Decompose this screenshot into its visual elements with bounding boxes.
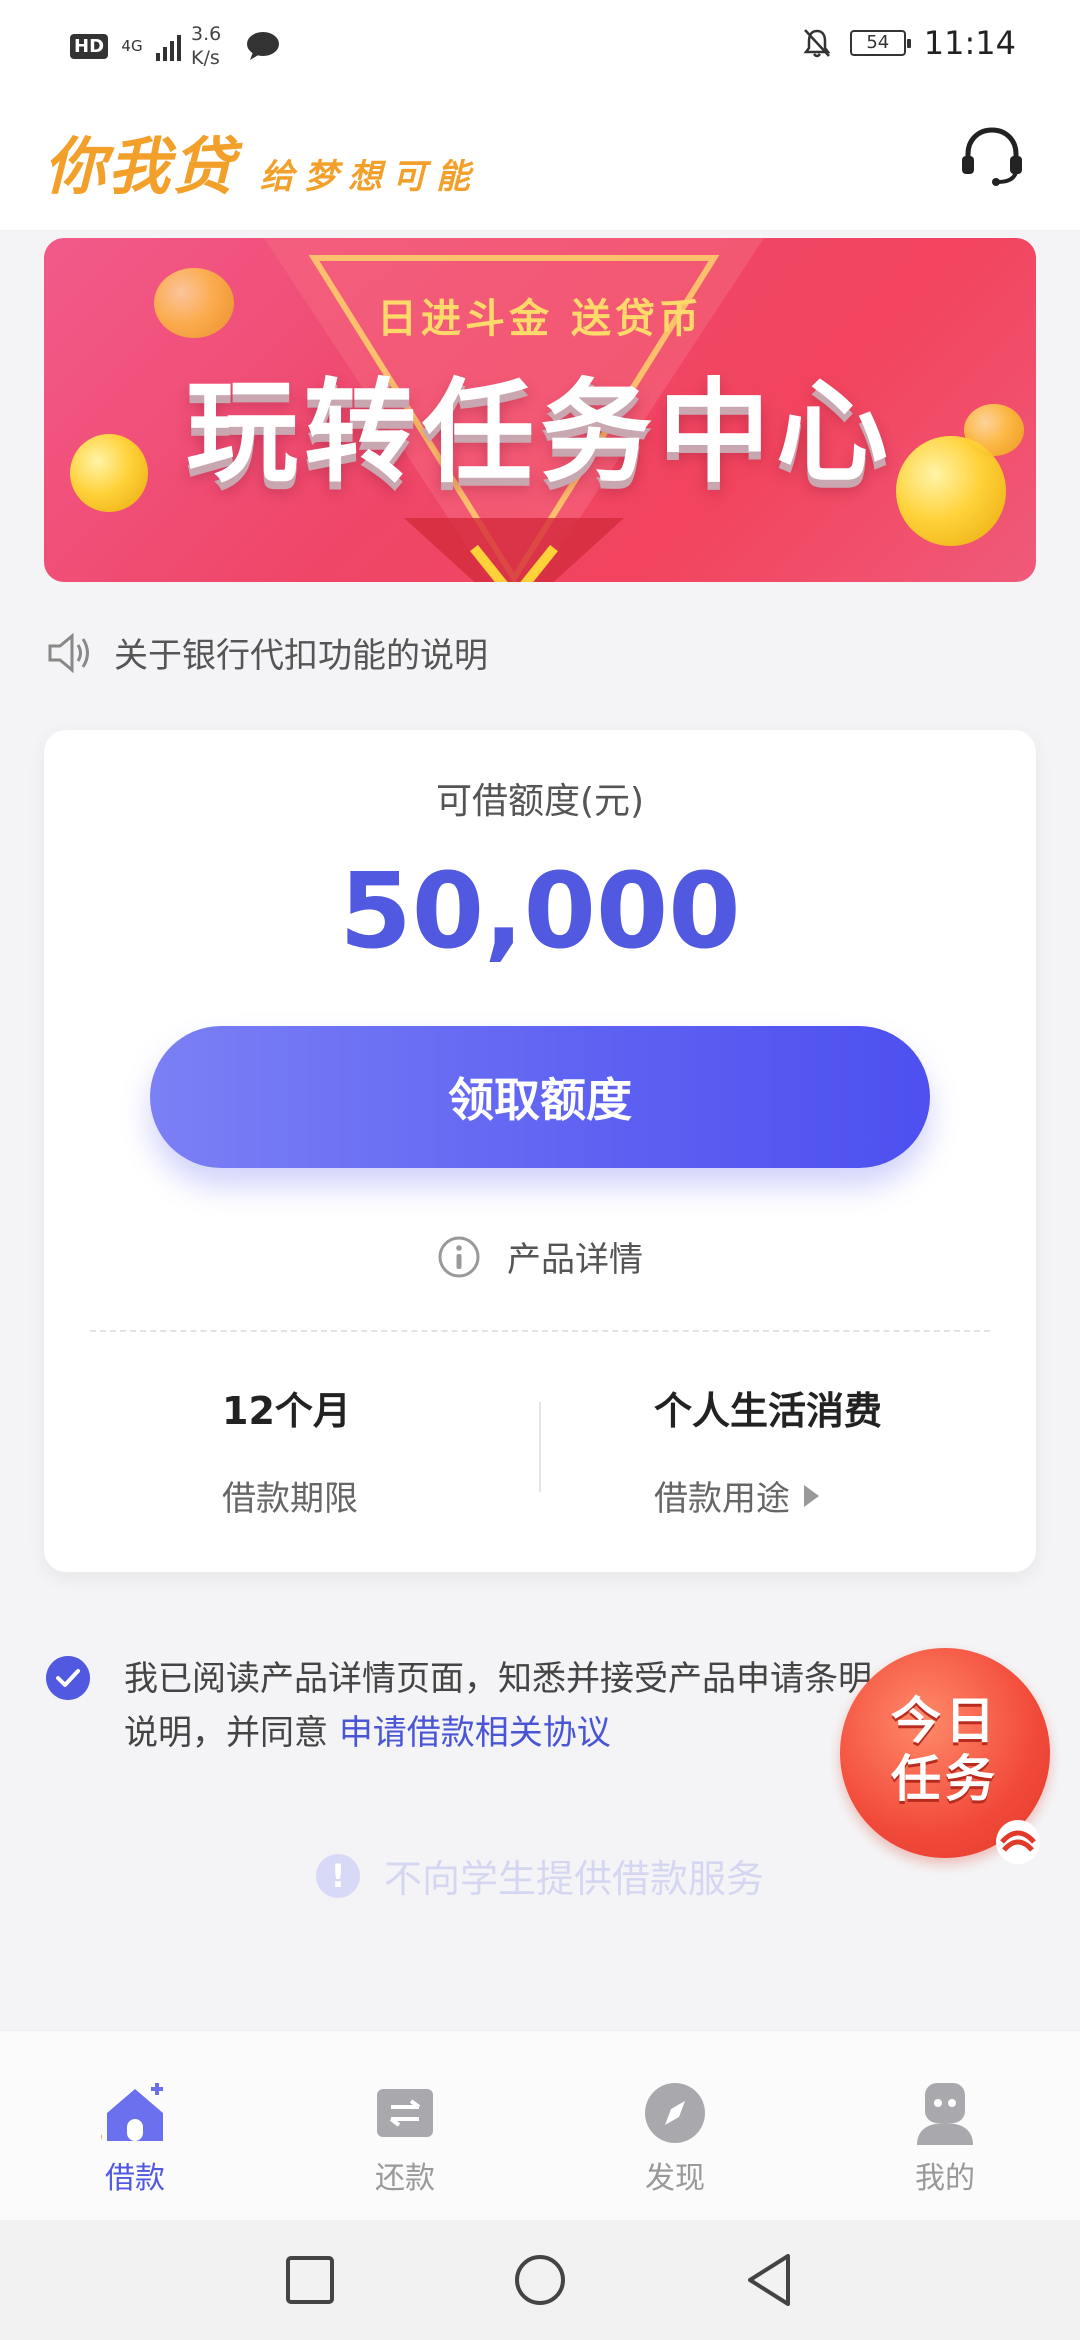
status-right: 54 11:14	[802, 24, 1016, 62]
claim-quota-button[interactable]: 领取额度	[150, 1026, 930, 1168]
nav-item-mine[interactable]: 我的	[810, 2031, 1080, 2220]
headset-icon[interactable]	[956, 120, 1028, 192]
nav-label-discover: 发现	[645, 2161, 705, 2196]
play-arrow-icon	[804, 1484, 819, 1507]
banner-title: 玩转任务中心	[186, 368, 894, 498]
network-speed: 3.6 K/s	[191, 22, 235, 70]
task-center-banner[interactable]: 日进斗金 送贷币 玩转任务中心	[44, 238, 1036, 582]
column-separator	[539, 1402, 541, 1492]
quota-value: 50,000	[339, 850, 741, 972]
brand-name: 你我贷	[44, 130, 237, 203]
speed-unit: K/s	[191, 47, 220, 69]
status-bar: HD 4G 3.6 K/s 54 11:14	[0, 0, 1080, 90]
bottom-navigation: 借款 还款 发现 我的	[0, 2030, 1080, 2220]
network-type: 4G	[121, 37, 143, 55]
daily-task-float-button[interactable]: 今日 任务	[840, 1648, 1050, 1864]
info-icon	[438, 1236, 480, 1277]
notice-text: 关于银行代扣功能的说明	[114, 636, 488, 676]
loan-term-value: 12个月	[222, 1389, 351, 1433]
compass-icon	[645, 2083, 705, 2143]
loan-purpose-block[interactable]: 个人生活消费 借款用途	[654, 1380, 882, 1520]
speaker-icon	[48, 632, 89, 673]
nav-item-loan[interactable]: 借款	[0, 2031, 270, 2220]
mute-bell-icon	[803, 29, 831, 58]
battery-icon: 54	[849, 30, 911, 56]
product-detail-link[interactable]: 产品详情	[44, 1232, 1036, 1281]
home-button[interactable]	[510, 2250, 570, 2310]
loan-quota-card: 可借额度(元) 50,000 领取额度 产品详情 12个月 借款期限 个人生活消…	[44, 730, 1036, 1572]
brand-logo: 你我贷 给梦想可能	[44, 116, 480, 206]
nav-label-repay: 还款	[375, 2161, 435, 2196]
recent-apps-button[interactable]	[280, 2250, 340, 2310]
app-screen: HD 4G 3.6 K/s 54 11:14 你我贷 给梦想可能 日进斗金 送贷…	[0, 0, 1080, 2340]
loan-purpose-label: 借款用途	[654, 1471, 882, 1520]
loan-purpose-label-text: 借款用途	[654, 1479, 790, 1519]
agreement-line2: 说明，并同意	[124, 1713, 339, 1753]
daily-task-line2: 任务	[891, 1750, 999, 1808]
nav-label-mine: 我的	[915, 2161, 975, 2196]
chat-icon	[247, 32, 280, 60]
nav-item-discover[interactable]: 发现	[540, 2031, 810, 2220]
agreement-line1: 我已阅读产品详情页面，知悉并接受产品申请条	[124, 1659, 838, 1699]
bank-withholding-notice[interactable]: 关于银行代扣功能的说明	[46, 628, 488, 677]
loan-term-block: 12个月 借款期限	[222, 1380, 358, 1520]
loan-purpose-value: 个人生活消费	[654, 1389, 883, 1433]
card-divider	[90, 1330, 990, 1332]
system-navigation-bar	[0, 2220, 1080, 2340]
banner-subtitle: 日进斗金 送贷币	[377, 296, 703, 342]
student-notice-text: 不向学生提供借款服务	[383, 1857, 764, 1901]
product-detail-label: 产品详情	[507, 1240, 643, 1280]
quota-label: 可借额度(元)	[435, 781, 645, 822]
loan-term-label: 借款期限	[222, 1471, 358, 1520]
nav-label-loan: 借款	[105, 2161, 165, 2196]
status-left: HD 4G 3.6 K/s	[70, 22, 281, 70]
app-header: 你我贷 给梦想可能	[0, 90, 1080, 230]
daily-task-line1: 今日	[891, 1692, 999, 1750]
daily-task-label: 今日 任务	[840, 1692, 1050, 1808]
warning-icon: !	[315, 1853, 360, 1898]
loan-term-label-text: 借款期限	[222, 1479, 358, 1519]
back-button[interactable]	[740, 2250, 800, 2310]
hd-badge: HD	[70, 33, 109, 59]
signal-icon	[156, 31, 182, 61]
nav-item-repay[interactable]: 还款	[270, 2031, 540, 2220]
clock: 11:14	[923, 24, 1016, 62]
agreement-checkbox[interactable]	[46, 1656, 90, 1700]
loan-agreement-link[interactable]: 申请借款相关协议	[339, 1713, 611, 1753]
repay-icon	[377, 2089, 433, 2137]
home-icon	[101, 2083, 163, 2141]
speed-value: 3.6	[191, 23, 222, 45]
profile-icon	[917, 2083, 973, 2145]
student-notice: ! 不向学生提供借款服务	[0, 1848, 1080, 1903]
brand-slogan: 给梦想可能	[260, 157, 481, 197]
